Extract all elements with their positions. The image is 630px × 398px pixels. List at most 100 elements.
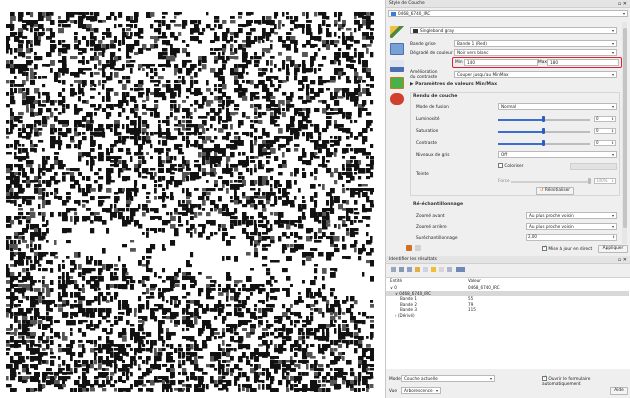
metadata-icon[interactable] — [390, 93, 404, 105]
colorize-color-button[interactable] — [570, 163, 617, 170]
grayscale-value: Off — [501, 152, 508, 157]
force-slider[interactable] — [511, 178, 591, 185]
blend-mode-selector[interactable]: Normal ▾ — [498, 103, 617, 110]
apply-button[interactable]: Appliquer — [598, 245, 628, 253]
contrast-handle[interactable] — [542, 140, 545, 146]
zoom-out-selector[interactable]: Au plus proche voisin ▾ — [526, 223, 617, 230]
saturation-label: Saturation — [416, 129, 439, 134]
spin-arrows-icon: ⇕ — [611, 116, 614, 121]
collapse-tree-icon[interactable] — [399, 267, 404, 272]
style-scrollbar[interactable] — [622, 22, 627, 244]
contrast-slider[interactable] — [498, 140, 590, 147]
view-selector[interactable]: Arborescence ▾ — [401, 387, 441, 394]
style-footer-left — [406, 245, 422, 253]
chevron-down-icon: ▾ — [611, 152, 614, 157]
live-update-check-box[interactable] — [542, 245, 547, 251]
chevron-down-icon: ▾ — [611, 224, 614, 229]
color-gradient-value: Noir vers blanc — [457, 50, 489, 55]
chevron-down-icon: ▾ — [611, 28, 614, 33]
min-input[interactable]: 140 — [464, 59, 538, 66]
spin-arrows-icon: ⇕ — [611, 140, 614, 145]
select-feature-icon[interactable] — [431, 267, 436, 272]
spin-arrows-icon: ⇕ — [611, 178, 614, 183]
contrast-label: Contraste — [416, 141, 438, 146]
undo-icon[interactable] — [415, 245, 422, 251]
expand-new-icon[interactable] — [407, 267, 412, 272]
force-value: 100% — [596, 178, 608, 183]
transparency-icon[interactable] — [390, 43, 404, 55]
oversample-spinbox[interactable]: 2,00 ⇕ — [526, 234, 617, 241]
raster-layer-icon — [391, 12, 396, 16]
reset-button[interactable]: ↺ Réinitialiser — [536, 187, 574, 195]
brush-icon[interactable] — [390, 26, 404, 38]
expand-tree-icon[interactable] — [391, 267, 396, 272]
renderer-selector[interactable]: Singleband gray ▾ — [410, 27, 617, 34]
contrast-spinbox[interactable]: 0 ⇕ — [594, 140, 616, 146]
force-handle[interactable] — [588, 178, 591, 184]
gray-band-label: Bande grise — [410, 42, 436, 47]
min-value: 140 — [467, 60, 475, 65]
style-manager-icon[interactable] — [406, 245, 412, 251]
render-section-title: Rendu de couche — [413, 94, 458, 99]
chevron-down-icon: ▾ — [611, 72, 614, 77]
style-scrollbar-thumb[interactable] — [622, 28, 627, 228]
saturation-spinbox[interactable]: 0 ⇕ — [594, 128, 616, 134]
help-label: Aide — [614, 388, 624, 393]
colorize-check-box[interactable] — [498, 163, 503, 168]
zoom-feature-icon[interactable] — [439, 267, 444, 272]
panel-window-buttons[interactable]: ▫ ✕ — [618, 0, 627, 8]
saturation-value: 0 — [596, 128, 599, 133]
apply-label: Appliquer — [602, 246, 624, 251]
value-column-header: Valeur — [468, 278, 481, 283]
grayscale-selector[interactable]: Off ▾ — [498, 151, 617, 158]
auto-open-form-checkbox[interactable]: Ouvrir le formulaire automatiquement — [542, 375, 630, 387]
map-canvas[interactable] — [0, 0, 385, 398]
mode-label: Mode — [389, 377, 401, 382]
grayscale-renderer-icon — [413, 29, 418, 33]
contrast-enhancement-selector[interactable]: Couper jusqu'au MinMax ▾ — [454, 71, 617, 78]
reset-label: Réinitialiser — [544, 188, 571, 193]
brightness-value: 0 — [596, 116, 599, 121]
copy-icon[interactable] — [423, 267, 428, 272]
gray-band-selector[interactable]: Bande 1 (Red) ▾ — [454, 40, 617, 47]
clear-results-icon[interactable] — [415, 267, 420, 272]
chevron-down-icon: ▾ — [435, 388, 438, 393]
print-icon[interactable] — [447, 267, 452, 272]
histogram-icon[interactable] — [390, 60, 404, 72]
blend-mode-value: Normal — [501, 104, 517, 109]
chevron-down-icon: ▾ — [611, 104, 614, 109]
saturation-slider[interactable] — [498, 128, 590, 135]
zoom-in-selector[interactable]: Au plus proche voisin ▾ — [526, 212, 617, 219]
resample-section-title: Ré-échantillonnage — [413, 202, 464, 207]
spin-arrows-icon: ⇕ — [612, 234, 615, 239]
style-panel-titlebar: Style de Couche ▫ ✕ — [386, 0, 630, 8]
pyramids-icon[interactable] — [390, 77, 404, 89]
mode-selector[interactable]: Couche actuelle ▾ — [401, 375, 495, 382]
saturation-handle[interactable] — [542, 128, 545, 134]
chevron-down-icon: ▾ — [622, 11, 625, 16]
grayscale-label: Niveaux de gris — [416, 153, 450, 158]
live-update-checkbox[interactable]: Mise à jour en direct — [542, 245, 592, 252]
help-button[interactable]: Aide — [610, 387, 628, 395]
brightness-slider[interactable] — [498, 116, 590, 123]
minmax-settings-section[interactable]: ▶ Paramètres de valeurs Min/Max — [410, 82, 497, 87]
identify-window-buttons[interactable]: ▫ ✕ — [618, 256, 627, 264]
force-spinbox[interactable]: 100% ⇕ — [594, 178, 616, 184]
brightness-spinbox[interactable]: 0 ⇕ — [594, 116, 616, 122]
min-label: Min — [455, 60, 463, 65]
style-sidebar — [388, 22, 406, 112]
identify-settings-icon[interactable] — [456, 267, 465, 272]
color-gradient-selector[interactable]: Noir vers blanc ▾ — [454, 49, 617, 56]
brightness-handle[interactable] — [542, 116, 545, 122]
tree-row[interactable]: › (Dérivé) — [386, 313, 629, 319]
layer-selector[interactable]: 0468_6740_IRC ▾ — [388, 10, 628, 17]
chevron-down-icon: ▾ — [611, 213, 614, 218]
auto-open-form-check-box[interactable] — [542, 375, 547, 381]
zoom-out-label: Zoomé arrière — [416, 225, 447, 230]
contrast-enhancement-value: Couper jusqu'au MinMax — [457, 72, 509, 77]
colorize-checkbox[interactable]: Coloriser — [498, 163, 523, 169]
max-input[interactable]: 180 — [547, 59, 619, 66]
chevron-down-icon: ▾ — [489, 376, 492, 381]
zoom-in-label: Zoomé avant — [416, 214, 445, 219]
right-dock: Style de Couche ▫ ✕ 0468_6740_IRC ▾ Sing… — [385, 0, 630, 398]
